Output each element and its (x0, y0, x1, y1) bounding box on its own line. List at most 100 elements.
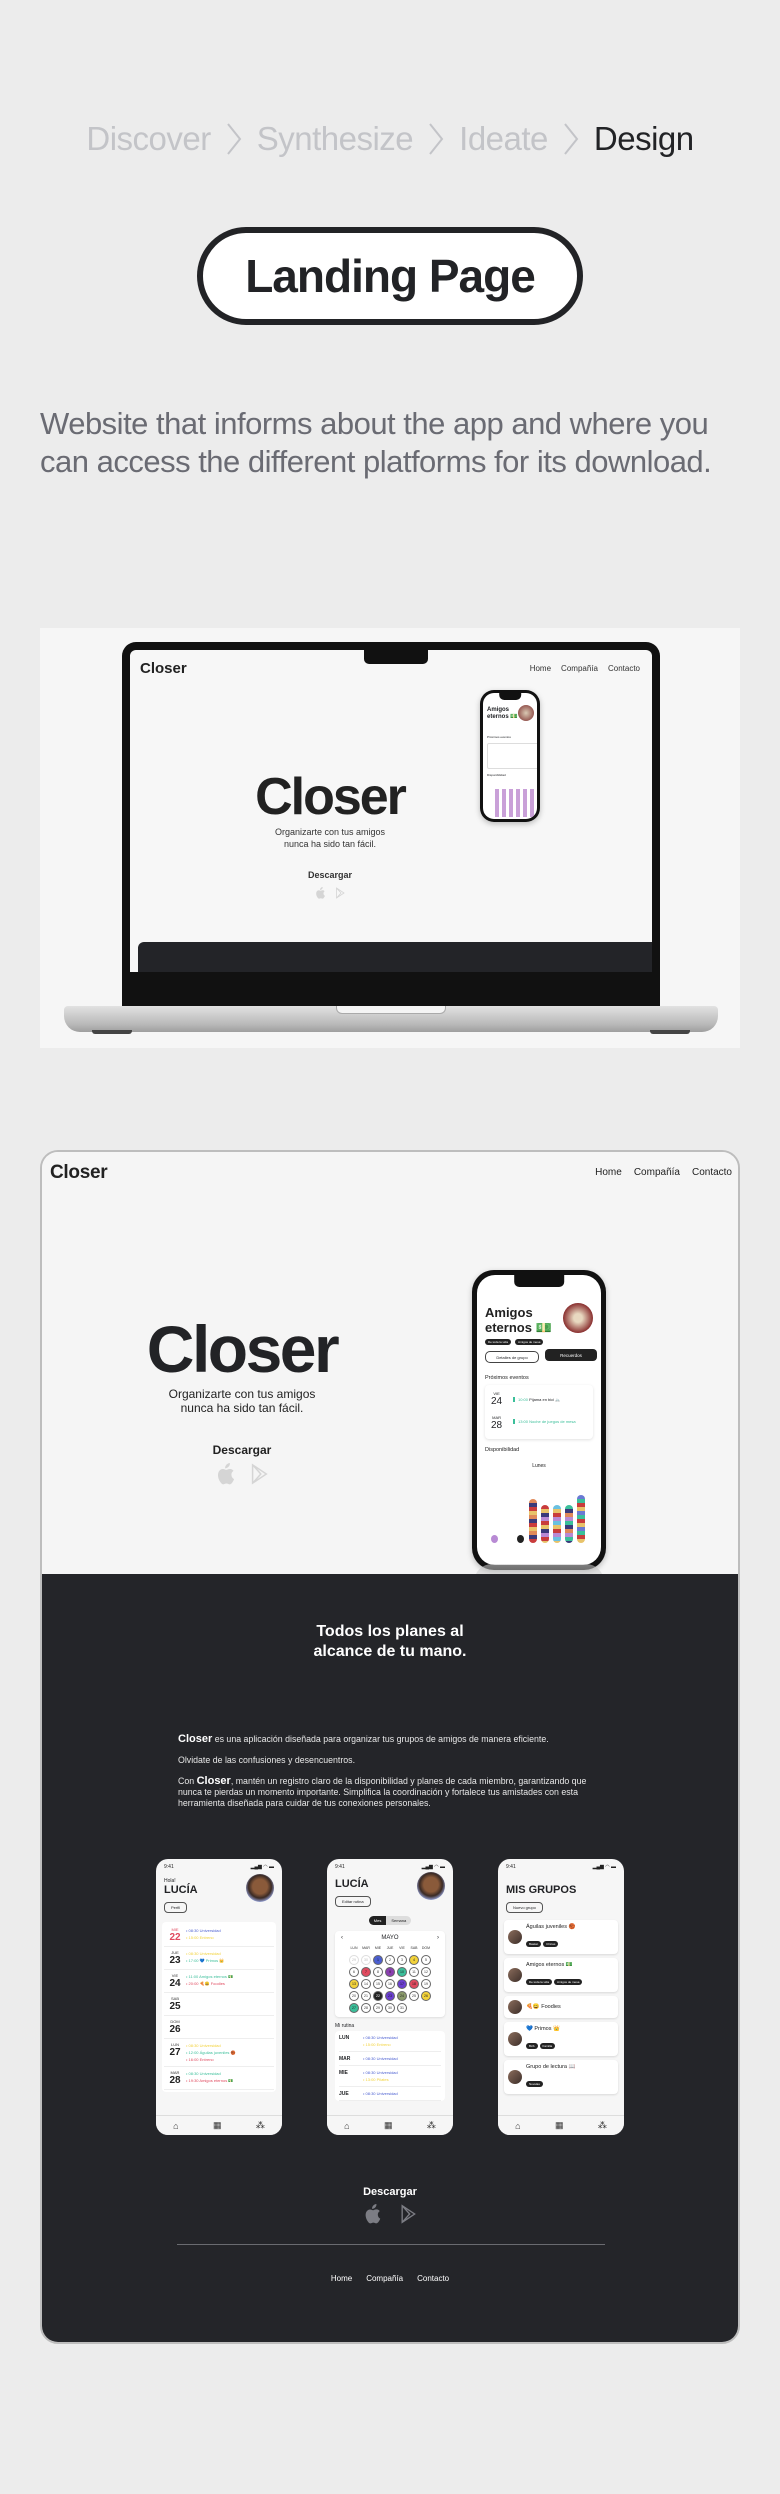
routine-row[interactable]: MIE • 08:30 Universidad • 13:00 Pilates (339, 2066, 441, 2087)
event-item[interactable]: 10:00 Pijama en bici 🚲 (513, 1397, 560, 1402)
routine-row[interactable]: JUE • 08:30 Universidad (339, 2087, 441, 2101)
day-row[interactable]: MIE 22 • 08:30 Universidad • 15:00 Entreno (164, 1924, 274, 1947)
event-item[interactable]: 13:00 Noche de juegos de mesa (513, 1419, 583, 1424)
calendar-day[interactable]: 30 (385, 2003, 395, 2013)
calendar-day[interactable]: 19 (421, 1979, 431, 1989)
calendar-day[interactable]: 31 (397, 2003, 407, 2013)
google-play-icon[interactable] (249, 1463, 269, 1490)
day-row[interactable]: LUN 27 • 08:30 Universidad • 12:00 Águilas … (164, 2039, 274, 2067)
calendar-day[interactable]: 29 (373, 2003, 383, 2013)
breadcrumb-synthesize[interactable]: Synthesize (257, 120, 414, 158)
google-play-icon[interactable] (335, 886, 345, 904)
calendar-day[interactable]: 2 (385, 1955, 395, 1965)
google-play-icon[interactable] (399, 2204, 417, 2229)
apple-icon[interactable] (363, 2204, 381, 2229)
profile-button[interactable]: Perfil (164, 1902, 188, 1913)
nav-home[interactable]: Home (595, 1167, 622, 1178)
calendar-day[interactable]: 6 (349, 1967, 359, 1977)
footer-nav-contact[interactable]: Contacto (417, 2274, 449, 2283)
groups-icon[interactable]: ⁂ (256, 2120, 265, 2131)
event-item[interactable]: • 20:00 🍕😀 Foodies (186, 1980, 233, 1987)
calendar-day[interactable]: 14 (361, 1979, 371, 1989)
calendar-day[interactable]: 26 (421, 1991, 431, 2001)
day-row[interactable]: DOM 26 (164, 2016, 274, 2039)
calendar-day[interactable]: 20 (349, 1991, 359, 2001)
day-row[interactable]: JUE 23 • 08:30 Universidad • 17:00 💙 Primos… (164, 1947, 274, 1970)
calendar-day[interactable]: 10 (397, 1967, 407, 1977)
event-item[interactable]: • 15:00 Entreno (186, 1934, 221, 1941)
groups-icon[interactable]: ⁂ (598, 2120, 607, 2131)
calendar-day[interactable]: 8 (373, 1967, 383, 1977)
calendar-day[interactable]: 27 (349, 2003, 359, 2013)
event-item[interactable]: • 08:30 Universidad (186, 1950, 224, 1957)
groups-icon[interactable]: ⁂ (427, 2120, 436, 2131)
calendar-day[interactable]: 29 (349, 1955, 359, 1965)
group-card[interactable]: 🍕😀 Foodies (504, 1996, 618, 2018)
calendar-day[interactable]: 3 (397, 1955, 407, 1965)
footer-nav-home[interactable]: Home (331, 2274, 352, 2283)
event-item[interactable]: • 08:30 Universidad (186, 2070, 233, 2077)
toggle-week[interactable]: Semana (386, 1916, 412, 1925)
calendar-day[interactable]: 1 (373, 1955, 383, 1965)
event-item[interactable]: • 12:00 Águilas juveniles 🏀 (186, 2049, 236, 2056)
chevron-left-icon[interactable]: ‹ (341, 1935, 343, 1941)
calendar-day[interactable]: 12 (421, 1967, 431, 1977)
calendar-day[interactable]: 25 (409, 1991, 419, 2001)
apple-icon[interactable] (215, 1463, 235, 1490)
routine-row[interactable]: MAR • 08:30 Universidad (339, 2052, 441, 2066)
group-card[interactable]: Grupo de lectura 📖 Novelas (504, 2060, 618, 2094)
group-card[interactable]: Águilas juveniles 🏀 Basket Chicas (504, 1920, 618, 1954)
calendar-icon[interactable]: ▦ (384, 2120, 393, 2131)
calendar-day[interactable]: 5 (421, 1955, 431, 1965)
home-icon[interactable]: ⌂ (515, 2121, 520, 2131)
calendar-day[interactable]: 13 (349, 1979, 359, 1989)
footer-nav-company[interactable]: Compañía (366, 2274, 403, 2283)
calendar-day[interactable]: 17 (397, 1979, 407, 1989)
calendar-day[interactable]: 7 (361, 1967, 371, 1977)
user-avatar[interactable] (417, 1872, 445, 1900)
site-logo[interactable]: Closer (140, 660, 187, 677)
nav-company[interactable]: Compañía (561, 664, 598, 673)
event-item[interactable]: • 08:30 Universidad (186, 1927, 221, 1934)
group-details-button[interactable]: Detalles de grupo (485, 1351, 539, 1363)
calendar-day[interactable]: 22 (373, 1991, 383, 2001)
calendar-day[interactable]: 16 (385, 1979, 395, 1989)
day-row[interactable]: MAR 28 • 08:30 Universidad • 19:30 Amigos e… (164, 2067, 274, 2090)
toggle-month[interactable]: Mes (368, 1916, 387, 1925)
event-item[interactable]: • 19:30 Amigos eternos 💵 (186, 2077, 233, 2084)
home-icon[interactable]: ⌂ (344, 2121, 349, 2131)
nav-home[interactable]: Home (530, 664, 551, 673)
calendar-icon[interactable]: ▦ (555, 2120, 564, 2131)
calendar-day[interactable]: 30 (361, 1955, 371, 1965)
day-row[interactable]: SAB 25 (164, 1993, 274, 2016)
calendar-day[interactable]: 9 (385, 1967, 395, 1977)
nav-company[interactable]: Compañía (634, 1167, 680, 1178)
event-item[interactable]: • 16:00 Entreno (186, 2056, 236, 2063)
breadcrumb-discover[interactable]: Discover (86, 120, 211, 158)
calendar-icon[interactable]: ▦ (213, 2120, 222, 2131)
calendar-day[interactable]: 4 (409, 1955, 419, 1965)
calendar-day[interactable]: 11 (409, 1967, 419, 1977)
apple-icon[interactable] (315, 886, 325, 904)
calendar-day[interactable]: 18 (409, 1979, 419, 1989)
chevron-right-icon[interactable]: › (437, 1935, 439, 1941)
event-item[interactable]: • 17:00 💙 Primos 👑 (186, 1957, 224, 1964)
nav-contact[interactable]: Contacto (692, 1167, 732, 1178)
calendar-day[interactable]: 21 (361, 1991, 371, 2001)
user-avatar[interactable] (246, 1874, 274, 1902)
event-item[interactable]: • 08:30 Universidad (186, 2042, 236, 2049)
calendar-day[interactable]: 28 (361, 2003, 371, 2013)
site-logo[interactable]: Closer (50, 1162, 108, 1184)
event-item[interactable]: • 11:00 Amigos eternos 💵 (186, 1973, 233, 1980)
edit-routine-button[interactable]: Editar rutina (335, 1896, 371, 1907)
group-card[interactable]: 💙 Primos 👑 BsS Familia (504, 2022, 618, 2056)
routine-row[interactable]: LUN • 08:30 Universidad • 15:00 Entreno (339, 2031, 441, 2052)
memories-button[interactable]: Recuerdos (545, 1349, 597, 1361)
new-group-button[interactable]: Nuevo grupo (506, 1902, 543, 1913)
nav-contact[interactable]: Contacto (608, 664, 640, 673)
home-icon[interactable]: ⌂ (173, 2121, 178, 2131)
calendar-day[interactable]: 23 (385, 1991, 395, 2001)
breadcrumb-ideate[interactable]: Ideate (459, 120, 548, 158)
calendar-day[interactable]: 24 (397, 1991, 407, 2001)
breadcrumb-design[interactable]: Design (594, 120, 694, 158)
